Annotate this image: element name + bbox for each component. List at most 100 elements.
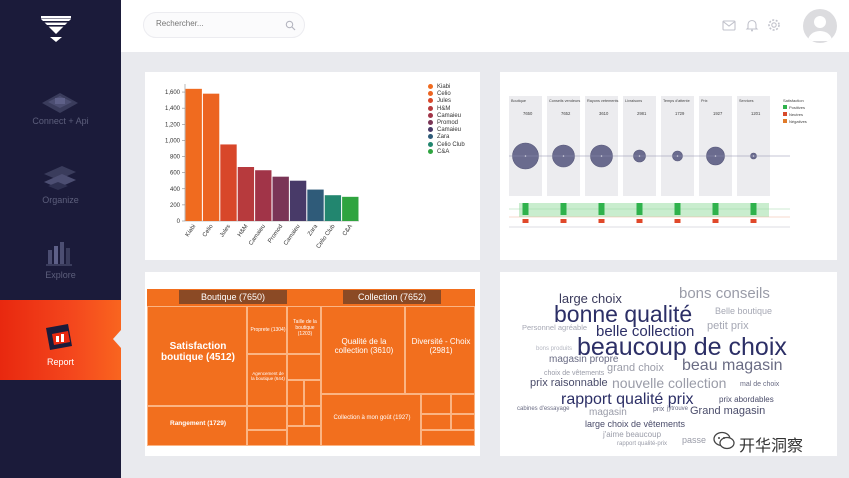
word[interactable]: bons conseils	[679, 286, 770, 301]
word[interactable]: prix raisonnable	[530, 378, 608, 389]
word[interactable]: rapport qualité-prix	[617, 441, 667, 447]
word[interactable]: j'aime beaucoup	[603, 431, 661, 439]
legend-swatch	[783, 112, 787, 116]
legend-label: Zara	[437, 134, 450, 141]
x-tick-label: Kiabi	[185, 224, 198, 238]
legend-entry[interactable]: Celio Club	[428, 141, 465, 149]
treemap-cell[interactable]: Taille de la boutique (1203)	[287, 306, 321, 354]
word[interactable]: prix	[653, 406, 664, 413]
word[interactable]: large choix de vêtements	[585, 420, 685, 429]
column-title: Livraisons	[625, 99, 642, 103]
positive-marker	[522, 203, 529, 215]
column-title: Prix	[701, 99, 708, 103]
treemap-cell-small[interactable]	[451, 394, 475, 414]
legend-entry[interactable]: Celio	[428, 91, 465, 98]
avatar[interactable]	[803, 9, 837, 43]
x-tick-label: Camaieu	[248, 224, 267, 247]
search-input[interactable]	[156, 19, 276, 28]
positive-marker	[674, 203, 681, 215]
legend-label: Jules	[437, 98, 452, 105]
word[interactable]: Grand magasin	[690, 406, 765, 417]
word[interactable]: passe	[682, 436, 706, 445]
legend-entry[interactable]: Camaieu	[428, 112, 465, 120]
negative-marker	[636, 219, 643, 223]
word[interactable]: mal de choix	[740, 381, 779, 388]
bar	[202, 93, 220, 221]
treemap-cell-small[interactable]	[287, 380, 304, 406]
treemap-cell-small[interactable]	[451, 414, 475, 430]
treemap-card: Boutique (7650) Collection (7652) Satisf…	[145, 272, 480, 456]
treemap-cell[interactable]: Collection à mon goût (1927)	[321, 394, 421, 446]
sidebar-item-organize[interactable]: Organize	[0, 160, 121, 240]
treemap-cell[interactable]: Qualité de la collection (3610)	[321, 306, 405, 394]
legend-entry[interactable]: H&M	[428, 105, 465, 113]
column-title: Conseils vendeurs	[549, 99, 580, 103]
legend-swatch	[783, 119, 787, 123]
y-tick-label: 1,600	[165, 90, 181, 96]
sidebar-item-report[interactable]: Report	[0, 300, 121, 380]
legend-entry[interactable]: Camaieu	[428, 127, 465, 134]
column-title: Boutique	[511, 99, 526, 103]
x-tick-label: Promod	[267, 224, 284, 245]
word[interactable]: grand choix	[607, 363, 664, 374]
positive-band	[519, 203, 769, 217]
bell-icon[interactable]	[745, 18, 759, 32]
y-tick-label: 200	[170, 203, 181, 209]
treemap-cell-small[interactable]	[304, 380, 321, 406]
logo-icon[interactable]	[38, 14, 74, 44]
treemap-cell-small[interactable]	[287, 354, 321, 380]
mail-icon[interactable]	[722, 18, 736, 32]
top-bar	[121, 0, 849, 52]
legend-entry[interactable]: Zara	[428, 134, 465, 141]
treemap-cell-small[interactable]	[421, 394, 451, 414]
bubble-chart-card: Boutique 7650 Conseils vendeurs 7652 Rayons …	[500, 72, 837, 260]
legend-entry[interactable]: Kiabi	[428, 84, 465, 91]
word[interactable]: prix abordables	[719, 396, 774, 404]
x-tick-label: H&M	[237, 224, 250, 238]
legend-entry[interactable]: Promod	[428, 119, 465, 127]
word[interactable]: Personnel agréable	[522, 324, 587, 332]
y-tick-label: 0	[177, 219, 181, 225]
wechat-icon	[713, 431, 735, 450]
legend-entry[interactable]: Jules	[428, 98, 465, 105]
treemap-cell-small[interactable]	[421, 414, 451, 430]
treemap-cell[interactable]: Satisfaction boutique (4512)	[147, 306, 247, 406]
legend-swatch	[428, 98, 433, 104]
legend-entry[interactable]: C&A	[428, 148, 465, 156]
word[interactable]: petit prix	[707, 321, 749, 332]
word[interactable]: jytrouve	[667, 406, 688, 412]
y-tick-label: 400	[170, 187, 181, 193]
treemap-cell-small[interactable]	[421, 430, 475, 446]
word[interactable]: nouvelle collection	[612, 376, 726, 390]
negative-marker	[712, 219, 719, 223]
treemap-cell-small[interactable]	[247, 406, 287, 430]
treemap-cell[interactable]: Rangement (1729)	[147, 406, 247, 446]
watermark-text: 开华洞察	[739, 438, 804, 455]
watermark: 开华洞察	[713, 431, 803, 455]
gear-icon[interactable]	[767, 18, 781, 32]
user-icon	[808, 16, 832, 41]
legend-swatch	[428, 105, 433, 111]
legend-label: Neutres	[789, 112, 803, 117]
treemap-cell[interactable]: Agencement de la boutique (644)	[247, 354, 287, 406]
treemap-cell-small[interactable]	[304, 406, 321, 426]
organize-icon	[44, 166, 76, 190]
column-value: 1729	[675, 111, 685, 116]
search-icon[interactable]	[285, 20, 296, 31]
bar	[185, 88, 202, 221]
treemap-cell[interactable]: Diversité - Choix (2981)	[405, 306, 475, 394]
word[interactable]: choix de vêtements	[544, 370, 604, 377]
word[interactable]: bons produits	[536, 346, 572, 352]
word[interactable]: beau magasin	[682, 358, 783, 374]
word[interactable]: Belle boutique	[715, 307, 772, 316]
treemap-cell-small[interactable]	[247, 430, 287, 446]
search-box[interactable]	[143, 12, 305, 38]
treemap-cell-small[interactable]	[287, 406, 304, 426]
legend-swatch	[428, 134, 433, 140]
x-tick-label: Jules	[219, 224, 232, 239]
treemap-cell-small[interactable]	[287, 426, 321, 446]
sidebar-item-connect[interactable]: Connect + Api	[0, 85, 121, 165]
word[interactable]: cabines d'essayage	[517, 406, 570, 412]
treemap-cell[interactable]: Proprete (1304)	[247, 306, 287, 354]
word[interactable]: magasin	[589, 408, 627, 418]
